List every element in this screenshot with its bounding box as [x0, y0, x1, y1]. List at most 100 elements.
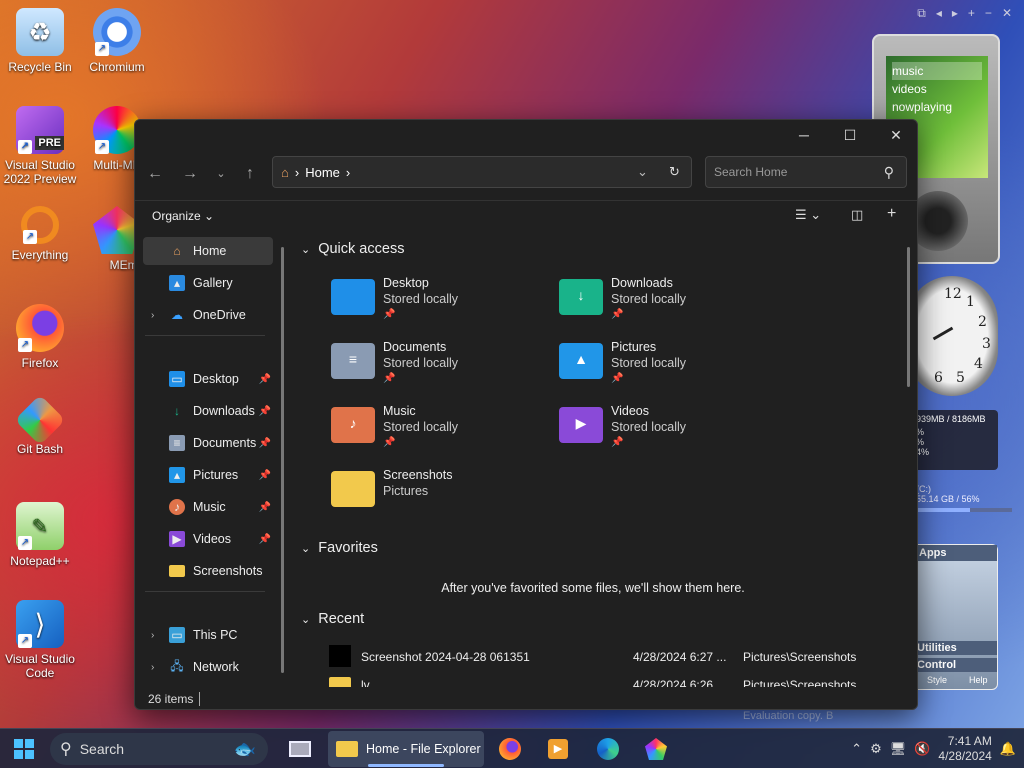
- item-count: 26 items: [148, 692, 194, 706]
- quick-access-header[interactable]: ⌄ Quick access: [301, 241, 404, 257]
- recent-file-row[interactable]: Screenshot 2024-04-28 061351 4/28/2024 6…: [329, 645, 869, 667]
- sidebar-item-screenshots[interactable]: Screenshots: [143, 557, 273, 585]
- volume-muted-icon[interactable]: 🔇: [914, 741, 930, 757]
- task-view-button[interactable]: [284, 733, 316, 765]
- quick-access-item[interactable]: ♪ Music Stored locally 📌: [331, 403, 531, 459]
- view-options-button[interactable]: ☰ ⌄: [795, 207, 821, 223]
- clock-hand: [932, 326, 954, 341]
- desktop-icon-vscode[interactable]: ⟩ ↗ Visual Studio Code: [0, 600, 80, 680]
- sidebar-item-videos[interactable]: ▶ Videos 📌: [143, 525, 273, 553]
- settings-gear-icon[interactable]: ⚙: [870, 741, 882, 757]
- notification-bell-icon[interactable]: 🔔: [1000, 741, 1016, 757]
- sidebar-divider: [145, 335, 265, 336]
- firefox-icon: [499, 738, 521, 760]
- search-box[interactable]: ⚲: [705, 156, 907, 188]
- gadget-window-icon[interactable]: ⧉: [917, 6, 926, 21]
- taskbar-clock[interactable]: 7:41 AM 4/28/2024: [938, 734, 991, 764]
- chevron-up-icon[interactable]: ⌃: [851, 741, 862, 757]
- sidebar-item-desktop[interactable]: ▭ Desktop 📌: [143, 365, 273, 393]
- pin-icon: 📌: [383, 437, 396, 448]
- quick-access-item[interactable]: ≡ Documents Stored locally 📌: [331, 339, 531, 395]
- desktop-icon-notepadpp[interactable]: ✎ ↗ Notepad++: [0, 502, 80, 568]
- notepadpp-icon: ✎ ↗: [16, 502, 64, 550]
- network-icon[interactable]: 🖥: [890, 741, 907, 757]
- new-tab-button[interactable]: +: [887, 205, 896, 223]
- search-input[interactable]: [714, 165, 874, 179]
- sidebar-item-music[interactable]: ♪ Music 📌: [143, 493, 273, 521]
- gadget-add-icon[interactable]: +: [968, 6, 975, 21]
- details-pane-button[interactable]: ◫: [851, 207, 863, 223]
- media-player-icon: ▶: [548, 739, 568, 759]
- chevron-right-icon[interactable]: ›: [151, 662, 154, 673]
- taskbar-edge[interactable]: [592, 733, 624, 765]
- sidebar-item-downloads[interactable]: ↓ Downloads 📌: [143, 397, 273, 425]
- title-bar[interactable]: ─ ☐ ✕: [135, 120, 917, 150]
- start-button[interactable]: [8, 733, 40, 765]
- system-monitor-gadget: 939MB / 8186MB % % 4%: [912, 410, 998, 470]
- apps-help[interactable]: Help: [969, 675, 988, 685]
- taskbar-file-explorer[interactable]: Home - File Explorer: [328, 731, 484, 767]
- desktop-icon-firefox[interactable]: ↗ Firefox: [0, 304, 80, 370]
- sidebar-item-documents[interactable]: ≡ Documents 📌: [143, 429, 273, 457]
- desktop-icon-git-bash[interactable]: Git Bash: [0, 394, 80, 456]
- sidebar-item-network[interactable]: › 🖧 Network: [143, 653, 273, 681]
- content-scrollbar[interactable]: [907, 247, 910, 387]
- desktop-icon-visual-studio[interactable]: PRE ↗ Visual Studio 2022 Preview: [0, 106, 80, 186]
- apps-style[interactable]: Style: [927, 675, 947, 685]
- minimize-button[interactable]: ─: [781, 124, 827, 146]
- desktop-icon-everything[interactable]: ↗ Everything: [0, 206, 80, 262]
- command-bar: Organize ⌄ ☰ ⌄ ◫ +: [135, 200, 917, 232]
- favorites-header[interactable]: ⌄ Favorites: [301, 540, 378, 556]
- sidebar-item-home[interactable]: ⌂ Home: [143, 237, 273, 265]
- chevron-right-icon[interactable]: ›: [151, 630, 154, 641]
- recent-header[interactable]: ⌄ Recent: [301, 611, 364, 627]
- taskbar-firefox[interactable]: [494, 733, 526, 765]
- address-dropdown-icon[interactable]: ⌄: [637, 164, 648, 180]
- forward-button[interactable]: →: [178, 162, 202, 186]
- sidebar-item-onedrive[interactable]: › ☁ OneDrive: [143, 301, 273, 329]
- folder-icon: [169, 565, 185, 577]
- home-icon: ⌂: [281, 164, 289, 180]
- chevron-right-icon[interactable]: ›: [346, 165, 350, 180]
- taskbar-search[interactable]: ⚲ Search 🐟: [50, 733, 268, 765]
- media-menu-item[interactable]: videos: [892, 80, 982, 98]
- refresh-icon[interactable]: ↻: [669, 164, 680, 180]
- sidebar-scrollbar[interactable]: [281, 247, 284, 673]
- vscode-icon: ⟩ ↗: [16, 600, 64, 648]
- organize-button[interactable]: Organize ⌄: [152, 209, 214, 223]
- desktop-icon-chromium[interactable]: ↗ Chromium: [77, 8, 157, 74]
- media-menu-item[interactable]: nowplaying: [892, 98, 982, 116]
- sidebar-item-pictures[interactable]: ▴ Pictures 📌: [143, 461, 273, 489]
- apps-control[interactable]: Control: [913, 658, 997, 672]
- recent-locations-button[interactable]: ⌄: [209, 162, 233, 186]
- media-menu-item[interactable]: music: [892, 62, 982, 80]
- maximize-button[interactable]: ☐: [827, 124, 873, 146]
- gadget-next-icon[interactable]: ▸: [952, 6, 958, 21]
- address-bar[interactable]: ⌂ › Home › ⌄ ↻: [272, 156, 692, 188]
- desktop-icon-recycle-bin[interactable]: ♻ Recycle Bin: [0, 8, 80, 74]
- back-button[interactable]: ←: [143, 162, 167, 186]
- sidebar-item-this-pc[interactable]: › ▭ This PC: [143, 621, 273, 649]
- apps-utilities[interactable]: Utilities: [913, 641, 997, 655]
- breadcrumb-home[interactable]: Home: [305, 165, 340, 180]
- gadget-prev-icon[interactable]: ◂: [936, 6, 942, 21]
- clock-number: 4: [974, 356, 983, 372]
- chevron-right-icon[interactable]: ›: [151, 310, 154, 321]
- taskbar-media-player[interactable]: ▶: [542, 733, 574, 765]
- task-view-icon: [289, 741, 311, 757]
- quick-access-item[interactable]: ▲ Pictures Stored locally 📌: [559, 339, 759, 395]
- up-button[interactable]: ↑: [238, 162, 262, 186]
- search-icon[interactable]: ⚲: [884, 164, 894, 181]
- taskbar-memu[interactable]: [640, 733, 672, 765]
- gadget-minimize-icon[interactable]: −: [985, 6, 992, 21]
- sidebar-item-gallery[interactable]: ▴ Gallery: [143, 269, 273, 297]
- quick-access-item[interactable]: Screenshots Pictures: [331, 467, 531, 523]
- quick-access-item[interactable]: ↓ Downloads Stored locally 📌: [559, 275, 759, 331]
- quick-access-item[interactable]: Desktop Stored locally 📌: [331, 275, 531, 331]
- close-button[interactable]: ✕: [873, 124, 917, 146]
- disk-gadget: (C:) 55.14 GB / 56%: [916, 484, 1012, 512]
- gadget-close-icon[interactable]: ✕: [1002, 6, 1012, 21]
- taskbar: ⚲ Search 🐟 Home - File Explorer ▶ ⌃ ⚙ 🖥 …: [0, 728, 1024, 768]
- quick-access-item[interactable]: ▶ Videos Stored locally 📌: [559, 403, 759, 459]
- recent-file-row[interactable]: lv 4/28/2024 6:26 Pictures\Screenshots: [329, 675, 869, 687]
